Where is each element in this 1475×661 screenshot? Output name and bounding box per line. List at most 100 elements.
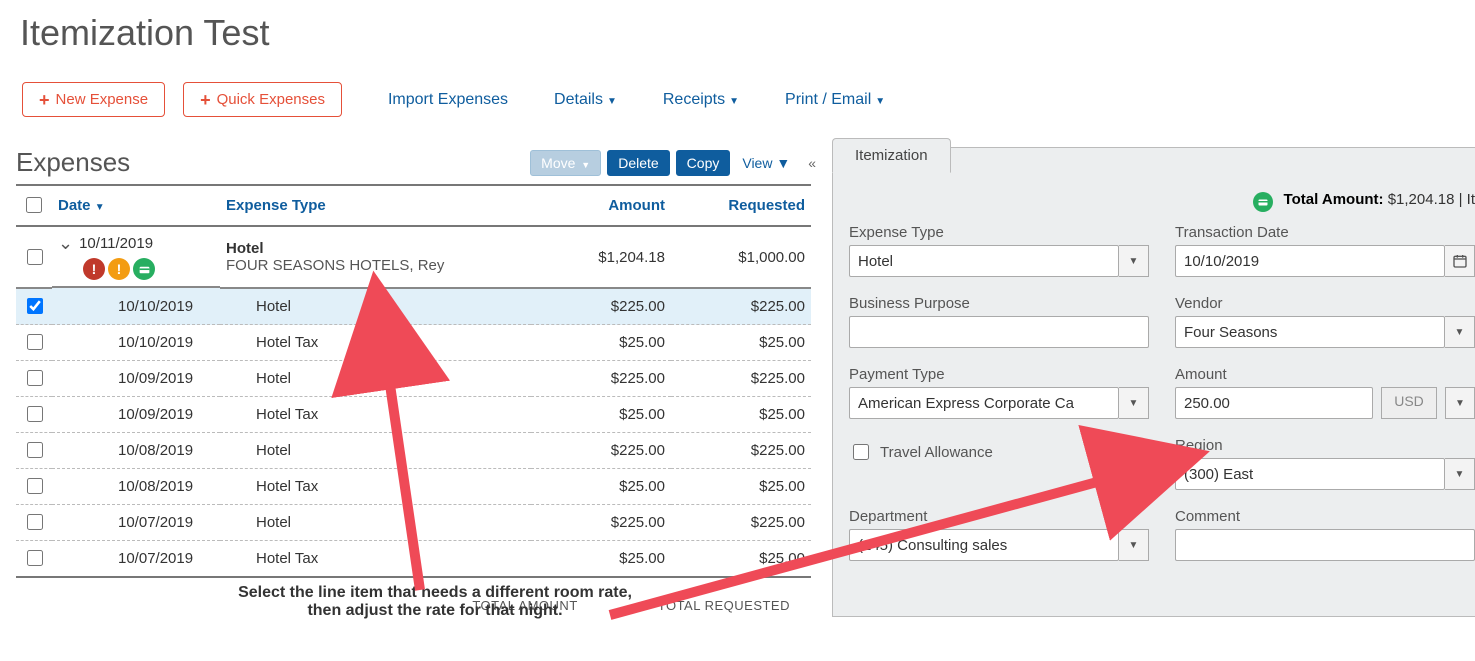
select-all-checkbox[interactable] [26,197,42,213]
row-date: 10/09/2019 [52,397,220,433]
table-row[interactable]: 10/10/2019Hotel$225.00$225.00 [16,288,811,325]
caret-down-icon: ▼ [1455,469,1465,480]
dropdown-button[interactable]: ▼ [1119,529,1149,561]
business-purpose-input[interactable] [849,316,1149,348]
row-requested: $225.00 [671,361,811,397]
import-expenses-link[interactable]: Import Expenses [388,91,508,109]
row-checkbox[interactable] [27,550,43,566]
comment-input[interactable] [1175,529,1475,561]
view-menu[interactable]: View ▼ [742,155,790,171]
table-row[interactable]: 10/08/2019Hotel Tax$25.00$25.00 [16,469,811,505]
chevron-down-icon[interactable]: ⌄ [58,233,73,254]
dropdown-button[interactable]: ▼ [1119,245,1149,277]
row-type: Hotel [220,361,531,397]
table-row[interactable]: 10/10/2019Hotel Tax$25.00$25.00 [16,325,811,361]
caret-down-icon: ▼ [1129,256,1139,267]
region-input[interactable] [1175,458,1445,490]
transaction-date-input[interactable] [1175,245,1445,277]
details-menu[interactable]: Details▼ [554,91,617,109]
sort-desc-icon: ▼ [95,202,105,213]
calendar-icon [1452,253,1468,269]
col-header-date[interactable]: Date ▼ [52,185,220,226]
dropdown-button[interactable]: ▼ [1445,458,1475,490]
expenses-section: Expenses Move ▼ Delete Copy View ▼ « Dat… [0,147,820,613]
copy-button[interactable]: Copy [676,150,731,176]
print-email-menu[interactable]: Print / Email▼ [785,91,885,109]
col-header-type[interactable]: Expense Type [220,185,531,226]
row-amount: $25.00 [531,325,671,361]
caret-down-icon: ▼ [875,96,885,107]
field-business-purpose: Business Purpose [849,295,1149,348]
row-checkbox[interactable] [27,478,43,494]
table-row[interactable]: 10/09/2019Hotel$225.00$225.00 [16,361,811,397]
row-type: Hotel Tax [220,469,531,505]
quick-expenses-label: Quick Expenses [217,91,325,108]
field-vendor: Vendor ▼ [1175,295,1475,348]
parent-date: 10/11/2019 [79,235,153,252]
row-requested: $25.00 [671,325,811,361]
table-row[interactable]: 10/08/2019Hotel$225.00$225.00 [16,433,811,469]
row-date: 10/08/2019 [52,433,220,469]
row-checkbox[interactable] [27,370,43,386]
dropdown-button[interactable]: ▼ [1445,316,1475,348]
row-checkbox[interactable] [27,298,43,314]
page-title: Itemization Test [20,12,1475,54]
vendor-input [1175,316,1445,348]
calendar-button[interactable] [1445,245,1475,277]
parent-vendor: FOUR SEASONS HOTELS, Rey [226,257,525,274]
row-checkbox[interactable] [27,442,43,458]
move-button[interactable]: Move ▼ [530,150,601,176]
instruction-text: Select the line item that needs a differ… [225,584,645,620]
row-checkbox[interactable] [27,514,43,530]
field-payment-type: Payment Type ▼ [849,366,1149,419]
amount-input[interactable] [1175,387,1373,419]
new-expense-button[interactable]: + New Expense [22,82,165,117]
delete-button[interactable]: Delete [607,150,669,176]
field-transaction-date: Transaction Date [1175,224,1475,277]
quick-expenses-button[interactable]: + Quick Expenses [183,82,342,117]
expenses-table: Date ▼ Expense Type Amount Requested ⌄ 1… [16,184,811,578]
row-date: 10/08/2019 [52,469,220,505]
row-type: Hotel [220,505,531,541]
row-amount: $25.00 [531,397,671,433]
dropdown-button[interactable]: ▼ [1119,387,1149,419]
caret-down-icon: ▼ [1455,398,1465,409]
row-amount: $225.00 [531,433,671,469]
alert-warning-icon: ! [108,258,130,280]
card-match-icon [1253,192,1273,212]
caret-down-icon: ▼ [1455,327,1465,338]
toolbar: + New Expense + Quick Expenses Import Ex… [22,82,1475,117]
caret-down-icon: ▼ [581,160,590,170]
department-input[interactable] [849,529,1119,561]
row-type: Hotel Tax [220,397,531,433]
caret-down-icon: ▼ [607,96,617,107]
row-amount: $25.00 [531,541,671,578]
row-type: Hotel Tax [220,325,531,361]
tab-itemization[interactable]: Itemization [832,138,951,173]
expenses-tbody: ⌄ 10/11/2019 ! ! Hotel FOUR SEASONS HOTE… [16,226,811,577]
receipts-menu[interactable]: Receipts▼ [663,91,739,109]
collapse-panel-icon[interactable]: « [808,155,816,171]
payment-type-input [849,387,1119,419]
row-checkbox[interactable] [27,406,43,422]
row-type: Hotel [220,288,531,325]
table-row[interactable]: 10/07/2019Hotel$225.00$225.00 [16,505,811,541]
col-header-requested[interactable]: Requested [671,185,811,226]
travel-allowance-checkbox[interactable] [853,444,869,460]
field-region: Region ▼ [1175,437,1475,490]
row-checkbox[interactable] [27,249,43,265]
row-requested: $25.00 [671,469,811,505]
row-date: 10/09/2019 [52,361,220,397]
expense-type-input[interactable] [849,245,1119,277]
table-row[interactable]: 10/07/2019Hotel Tax$25.00$25.00 [16,541,811,578]
row-checkbox[interactable] [27,334,43,350]
row-type: Hotel [220,433,531,469]
table-row-parent[interactable]: ⌄ 10/11/2019 ! ! Hotel FOUR SEASONS HOTE… [16,226,811,288]
caret-down-icon: ▼ [1129,398,1139,409]
col-header-amount[interactable]: Amount [531,185,671,226]
field-travel-allowance: Travel Allowance [849,437,1149,490]
currency-dropdown[interactable]: ▼ [1445,387,1475,419]
total-amount-line: Total Amount: $1,204.18 | It [849,188,1475,208]
table-row[interactable]: 10/09/2019Hotel Tax$25.00$25.00 [16,397,811,433]
row-amount: $225.00 [531,361,671,397]
